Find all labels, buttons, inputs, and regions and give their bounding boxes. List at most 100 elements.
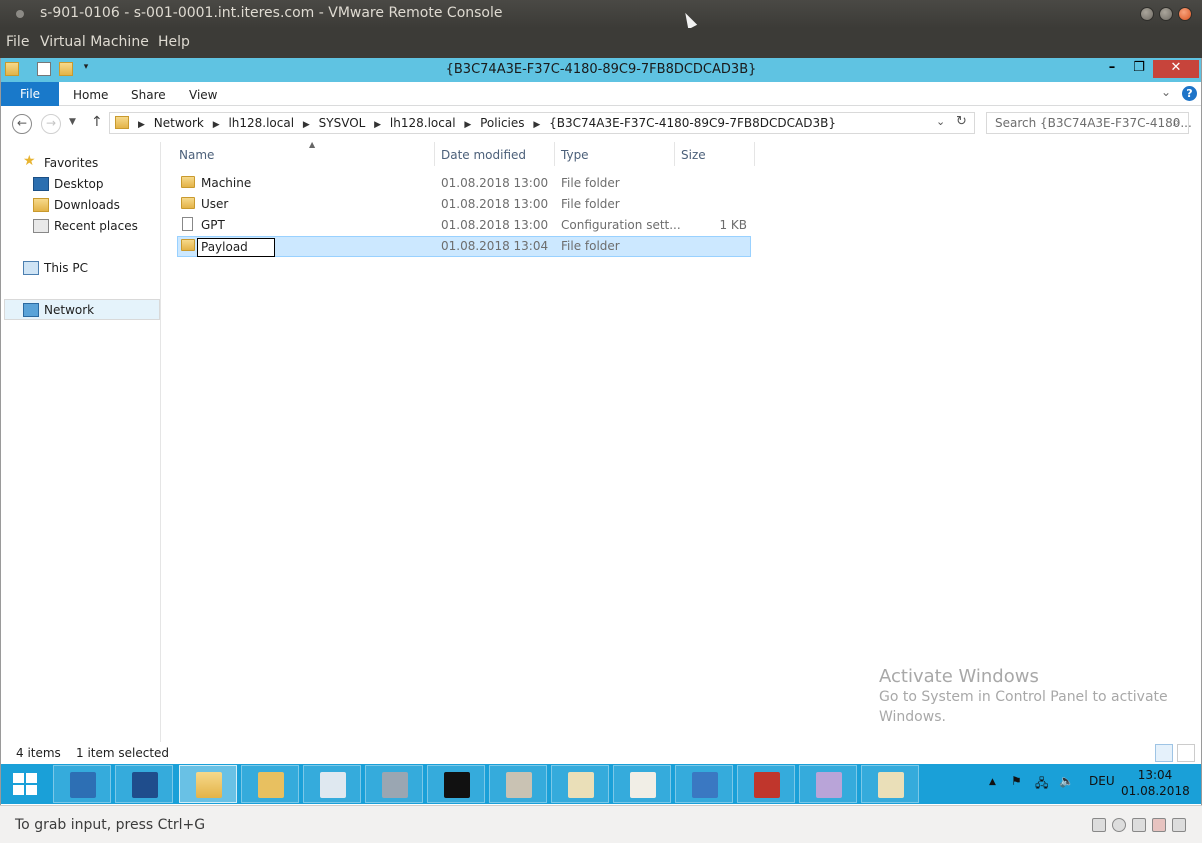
breadcrumb-separator-icon: ▶ bbox=[302, 120, 310, 130]
show-hidden-icons-chevron-icon[interactable]: ▲ bbox=[989, 777, 996, 787]
start-button[interactable] bbox=[13, 773, 39, 797]
explorer-restore-button[interactable]: ❐ bbox=[1125, 60, 1153, 78]
breadcrumb-network[interactable]: Network bbox=[154, 116, 204, 130]
breadcrumb-guid[interactable]: {B3C74A3E-F37C-4180-89C9-7FB8DCDCAD3B} bbox=[549, 116, 836, 130]
column-header-size[interactable]: Size bbox=[675, 142, 755, 166]
breadcrumb-separator-icon: ▶ bbox=[533, 120, 541, 130]
column-header-type[interactable]: Type bbox=[555, 142, 675, 166]
nav-recent-places[interactable]: Recent places bbox=[54, 219, 138, 233]
nav-desktop[interactable]: Desktop bbox=[54, 177, 104, 191]
menu-file[interactable]: File bbox=[6, 34, 29, 50]
activation-watermark: Activate Windows Go to System in Control… bbox=[879, 666, 1179, 727]
guest-screen: ▾ {B3C74A3E-F37C-4180-89C9-7FB8DCDCAD3B}… bbox=[0, 58, 1202, 805]
network-status-icon[interactable]: 🖧 bbox=[1035, 774, 1048, 795]
details-view-button[interactable] bbox=[1155, 744, 1173, 762]
hard-disk-icon[interactable] bbox=[1092, 818, 1106, 832]
recent-locations-chevron-icon[interactable]: ▼ bbox=[69, 117, 76, 127]
explorer-close-button[interactable]: ✕ bbox=[1153, 60, 1199, 78]
taskbar-powershell-ise[interactable] bbox=[675, 765, 733, 803]
breadcrumb-separator-icon: ▶ bbox=[138, 120, 145, 130]
taskbar-app-10[interactable] bbox=[613, 765, 671, 803]
column-name-label: Name bbox=[179, 148, 215, 162]
taskbar-app-4[interactable] bbox=[241, 765, 299, 803]
floppy-icon[interactable] bbox=[1132, 818, 1146, 832]
tab-share[interactable]: Share bbox=[131, 88, 166, 102]
network-adapter-icon[interactable] bbox=[1152, 818, 1166, 832]
help-icon[interactable]: ? bbox=[1182, 86, 1197, 101]
taskbar-app-12[interactable] bbox=[737, 765, 795, 803]
file-row-machine[interactable]: Machine 01.08.2018 13:00 File folder bbox=[177, 173, 751, 194]
forward-button[interactable]: → bbox=[41, 114, 61, 134]
file-date: 01.08.2018 13:04 bbox=[441, 239, 549, 253]
taskbar-powershell[interactable] bbox=[115, 765, 173, 803]
tab-view[interactable]: View bbox=[189, 88, 217, 102]
close-window-button[interactable] bbox=[1178, 7, 1192, 21]
menu-virtual-machine[interactable]: Virtual Machine bbox=[40, 34, 149, 50]
explorer-minimize-button[interactable]: – bbox=[1098, 60, 1126, 78]
minimize-window-button[interactable] bbox=[1140, 7, 1154, 21]
maximize-window-button[interactable] bbox=[1159, 7, 1173, 21]
back-button[interactable]: ← bbox=[12, 114, 32, 134]
search-box[interactable]: Search {B3C74A3E-F37C-4180... ⌕ bbox=[986, 112, 1192, 134]
file-row-user[interactable]: User 01.08.2018 13:00 File folder bbox=[177, 194, 751, 215]
tab-home[interactable]: Home bbox=[73, 88, 108, 102]
taskbar-file-explorer[interactable] bbox=[179, 765, 237, 803]
menu-help[interactable]: Help bbox=[158, 34, 190, 50]
desktop-icon bbox=[33, 177, 49, 191]
downloads-icon bbox=[33, 198, 49, 212]
address-dropdown-chevron-icon[interactable]: ⌄ bbox=[936, 115, 945, 128]
file-row-payload[interactable]: Payload 01.08.2018 13:04 File folder bbox=[177, 236, 751, 257]
breadcrumb-separator-icon: ▶ bbox=[212, 120, 220, 130]
cd-drive-icon[interactable] bbox=[1112, 818, 1126, 832]
column-header-date[interactable]: Date modified bbox=[435, 142, 555, 166]
taskbar-server-manager[interactable] bbox=[53, 765, 111, 803]
breadcrumb-lh128-local[interactable]: lh128.local bbox=[228, 116, 294, 130]
expand-ribbon-chevron-icon[interactable]: ⌄ bbox=[1161, 85, 1171, 99]
clock[interactable]: 13:04 01.08.2018 bbox=[1121, 767, 1190, 799]
action-center-icon[interactable]: ⚑ bbox=[1011, 774, 1022, 788]
taskbar-app-8[interactable] bbox=[489, 765, 547, 803]
command-prompt-icon bbox=[444, 772, 470, 798]
watermark-text: Go to System in Control Panel to activat… bbox=[879, 689, 1168, 725]
nav-network[interactable]: Network bbox=[44, 303, 94, 317]
nav-favorites[interactable]: Favorites bbox=[44, 156, 98, 170]
selection-count: 1 item selected bbox=[76, 746, 170, 760]
file-row-gpt[interactable]: GPT 01.08.2018 13:00 Configuration sett.… bbox=[177, 215, 751, 236]
watermark-heading: Activate Windows bbox=[879, 666, 1039, 687]
breadcrumb-sysvol[interactable]: SYSVOL bbox=[319, 116, 366, 130]
breadcrumb-policies[interactable]: Policies bbox=[480, 116, 524, 130]
explorer-window-title: {B3C74A3E-F37C-4180-89C9-7FB8DCDCAD3B} bbox=[445, 62, 757, 77]
nav-downloads[interactable]: Downloads bbox=[54, 198, 120, 212]
usb-device-icon[interactable] bbox=[1172, 818, 1186, 832]
breadcrumb-separator-icon: ▶ bbox=[374, 120, 382, 130]
network-icon bbox=[23, 303, 39, 317]
language-indicator[interactable]: DEU bbox=[1089, 774, 1115, 788]
ribbon-tabs: File Home Share View ⌄ ? bbox=[1, 82, 1201, 106]
taskbar-app-14[interactable] bbox=[861, 765, 919, 803]
app-menu-icon[interactable] bbox=[16, 10, 24, 18]
volume-muted-icon[interactable]: 🔈 bbox=[1059, 774, 1074, 788]
taskbar-cmd[interactable] bbox=[427, 765, 485, 803]
file-size: 1 KB bbox=[719, 218, 747, 232]
certificate-doc-icon bbox=[630, 772, 656, 798]
folder-icon bbox=[115, 116, 129, 129]
breadcrumb-lh128-local-2[interactable]: lh128.local bbox=[390, 116, 456, 130]
item-count: 4 items bbox=[16, 746, 61, 760]
powershell-icon bbox=[132, 772, 158, 798]
taskbar-app-6[interactable] bbox=[365, 765, 423, 803]
taskbar-app-9[interactable] bbox=[551, 765, 609, 803]
file-explorer-icon bbox=[196, 772, 222, 798]
up-arrow-icon[interactable]: ↑ bbox=[91, 114, 103, 130]
large-icons-view-button[interactable] bbox=[1177, 744, 1195, 762]
taskbar-app-5[interactable] bbox=[303, 765, 361, 803]
taskbar: ▲ ⚑ 🖧 🔈 DEU 13:04 01.08.2018 bbox=[1, 764, 1201, 804]
taskbar-app-13[interactable] bbox=[799, 765, 857, 803]
refresh-icon[interactable]: ↻ bbox=[956, 114, 967, 129]
rename-input[interactable]: Payload bbox=[197, 238, 275, 257]
column-header-name[interactable]: Name ▲ bbox=[173, 140, 435, 166]
address-bar[interactable]: ▶ Network ▶ lh128.local ▶ SYSVOL ▶ lh128… bbox=[109, 112, 975, 134]
explorer-status-bar: 4 items 1 item selected bbox=[1, 742, 1201, 764]
tab-file[interactable]: File bbox=[1, 82, 59, 106]
nav-this-pc[interactable]: This PC bbox=[44, 261, 88, 275]
folder-icon bbox=[181, 239, 195, 251]
